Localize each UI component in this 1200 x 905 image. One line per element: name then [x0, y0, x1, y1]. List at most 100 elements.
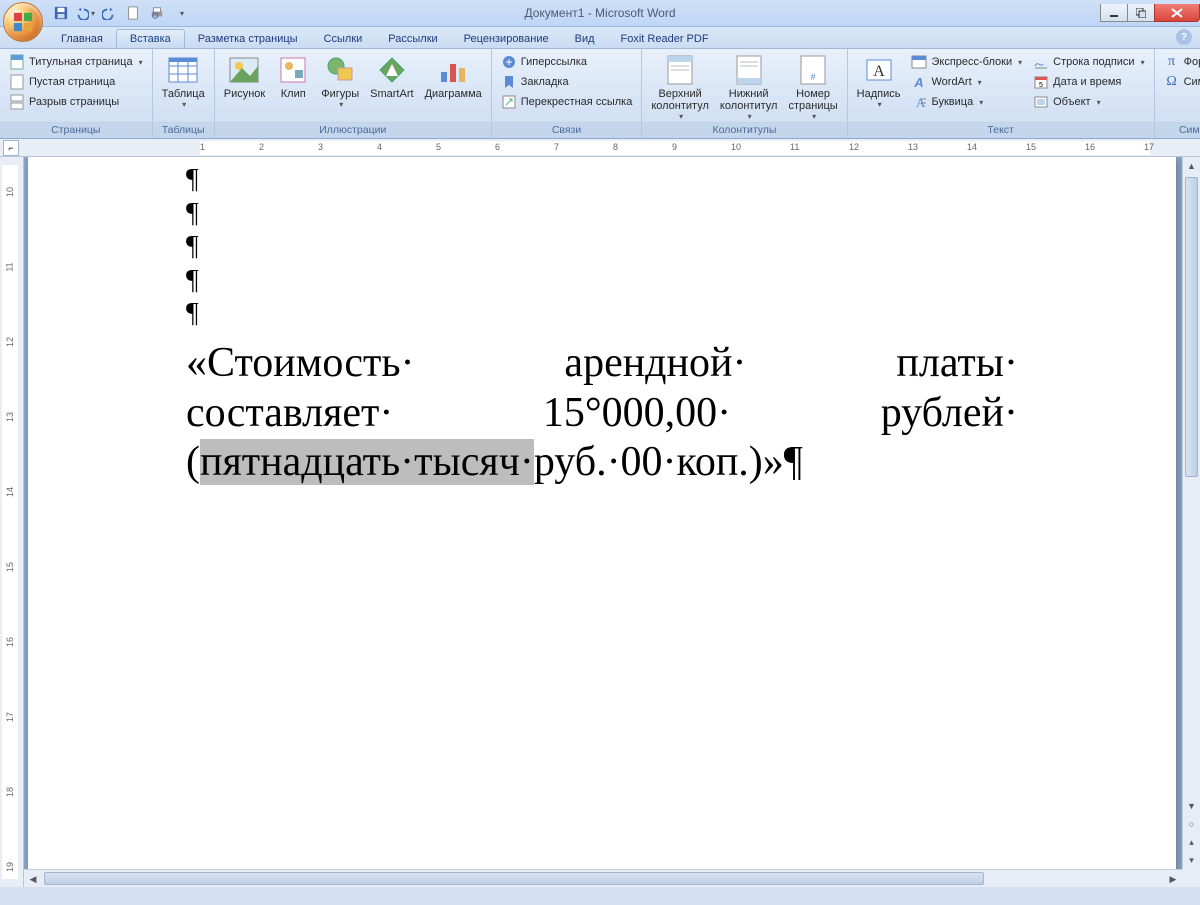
next-page[interactable]: ▾ — [1183, 851, 1200, 869]
textbox-button[interactable]: AНадпись▾ — [853, 52, 905, 118]
save-button[interactable] — [50, 2, 72, 24]
svg-text:#: # — [811, 72, 816, 82]
footer-label: Нижний колонтитул — [720, 88, 778, 112]
qat-customize[interactable]: ▾ — [170, 2, 192, 24]
hyperlink-icon — [501, 54, 517, 70]
vertical-ruler[interactable]: 10111213141516171819 — [0, 157, 24, 887]
ruler-tick: 1 — [200, 142, 205, 152]
ruler-v-tick: 17 — [5, 712, 15, 722]
scroll-right-arrow[interactable]: ▶ — [1164, 870, 1182, 888]
group-tables: Таблица▾ Таблицы — [153, 49, 215, 138]
bookmark-label: Закладка — [521, 76, 569, 88]
header-icon — [664, 54, 696, 86]
pagenum-label: Номер страницы — [788, 88, 837, 112]
close-button[interactable] — [1154, 4, 1200, 22]
ruler-tick: 15 — [1026, 142, 1036, 152]
symbol-button[interactable]: ΩСимвол▾ — [1160, 72, 1200, 92]
ruler-tick: 8 — [613, 142, 618, 152]
object-icon — [1033, 94, 1049, 110]
picture-button[interactable]: Рисунок — [220, 52, 270, 118]
blank-page-label: Пустая страница — [29, 76, 115, 88]
group-links: Гиперссылка Закладка Перекрестная ссылка… — [492, 49, 643, 138]
equation-icon: π — [1164, 54, 1180, 70]
shapes-button[interactable]: Фигуры▾ — [317, 52, 363, 118]
title-bar: ▾ ▾ Документ1 - Microsoft Word — [0, 0, 1200, 27]
quick-print-button[interactable] — [146, 2, 168, 24]
table-button[interactable]: Таблица▾ — [158, 52, 209, 118]
quickparts-icon — [911, 54, 927, 70]
group-illustrations-label: Иллюстрации — [215, 122, 491, 138]
help-button[interactable]: ? — [1176, 29, 1192, 45]
ruler-tick: 10 — [731, 142, 741, 152]
ruler-v-tick: 18 — [5, 787, 15, 797]
tab-review[interactable]: Рецензирование — [451, 30, 562, 48]
minimize-button[interactable] — [1100, 4, 1128, 22]
bookmark-button[interactable]: Закладка — [497, 72, 637, 92]
print-preview-button[interactable] — [122, 2, 144, 24]
scroll-up-arrow[interactable]: ▲ — [1183, 157, 1200, 175]
clipart-icon — [277, 54, 309, 86]
scroll-thumb-h[interactable] — [44, 872, 984, 885]
quickparts-label: Экспресс-блоки — [931, 56, 1012, 68]
scroll-down-arrow[interactable]: ▼ — [1183, 797, 1200, 815]
browse-object[interactable]: ○ — [1183, 815, 1200, 833]
footer-button[interactable]: Нижний колонтитул▾ — [716, 52, 782, 118]
redo-button[interactable] — [98, 2, 120, 24]
datetime-button[interactable]: 5Дата и время — [1029, 72, 1148, 92]
wordart-button[interactable]: AWordArt▾ — [907, 72, 1026, 92]
object-label: Объект — [1053, 96, 1090, 108]
textbox-label: Надпись — [857, 88, 901, 100]
tab-layout[interactable]: Разметка страницы — [185, 30, 311, 48]
smartart-button[interactable]: SmartArt — [366, 52, 417, 118]
picture-label: Рисунок — [224, 88, 266, 100]
tab-references[interactable]: Ссылки — [311, 30, 376, 48]
cover-page-button[interactable]: Титульная страница▾ — [5, 52, 147, 72]
ruler-tick: 14 — [967, 142, 977, 152]
datetime-icon: 5 — [1033, 74, 1049, 90]
horizontal-ruler[interactable]: 1234567891011121314151617 — [24, 139, 1200, 157]
horizontal-scrollbar[interactable]: ◀ ▶ — [24, 869, 1182, 887]
crossref-icon — [501, 94, 517, 110]
group-links-label: Связи — [492, 122, 642, 138]
object-button[interactable]: Объект▾ — [1029, 92, 1148, 112]
prev-page[interactable]: ▴ — [1183, 833, 1200, 851]
ruler-v-tick: 19 — [5, 862, 15, 872]
undo-button[interactable]: ▾ — [74, 2, 96, 24]
pagenum-button[interactable]: #Номер страницы▾ — [784, 52, 841, 118]
tab-insert[interactable]: Вставка — [116, 29, 185, 48]
tab-home[interactable]: Главная — [48, 30, 116, 48]
chart-label: Диаграмма — [425, 88, 482, 100]
document-area[interactable]: ¶ ¶ ¶ ¶ ¶ «Стоимость· арендной· платы· с… — [24, 157, 1182, 869]
maximize-button[interactable] — [1127, 4, 1155, 22]
body-paragraph[interactable]: «Стоимость· арендной· платы· составляет·… — [186, 339, 1018, 488]
quickparts-button[interactable]: Экспресс-блоки▾ — [907, 52, 1026, 72]
tab-mailings[interactable]: Рассылки — [375, 30, 450, 48]
page[interactable]: ¶ ¶ ¶ ¶ ¶ «Стоимость· арендной· платы· с… — [28, 157, 1176, 869]
page-break-button[interactable]: Разрыв страницы — [5, 92, 147, 112]
header-button[interactable]: Верхний колонтитул▾ — [647, 52, 713, 118]
text-run: руб.·00·коп.)»¶ — [534, 439, 803, 485]
redo-icon — [102, 6, 116, 20]
blank-page-button[interactable]: Пустая страница — [5, 72, 147, 92]
ruler-v-tick: 12 — [5, 337, 15, 347]
clipart-button[interactable]: Клип — [272, 52, 314, 118]
scroll-thumb-v[interactable] — [1185, 177, 1198, 477]
shapes-icon — [324, 54, 356, 86]
ruler-tick: 3 — [318, 142, 323, 152]
cover-page-icon — [9, 54, 25, 70]
equation-button[interactable]: πФормула▾ — [1160, 52, 1200, 72]
scroll-left-arrow[interactable]: ◀ — [24, 870, 42, 888]
header-label: Верхний колонтитул — [651, 88, 709, 112]
group-tables-label: Таблицы — [153, 122, 214, 138]
hyperlink-button[interactable]: Гиперссылка — [497, 52, 637, 72]
vertical-scrollbar[interactable]: ▲ ▼ ○ ▴ ▾ — [1182, 157, 1200, 869]
tab-view[interactable]: Вид — [562, 30, 608, 48]
tab-selector[interactable]: ⌐ — [3, 140, 19, 156]
crossref-button[interactable]: Перекрестная ссылка — [497, 92, 637, 112]
office-button[interactable] — [3, 2, 43, 42]
tab-foxit[interactable]: Foxit Reader PDF — [608, 30, 722, 48]
chart-button[interactable]: Диаграмма — [421, 52, 486, 118]
signature-button[interactable]: Строка подписи▾ — [1029, 52, 1148, 72]
dropcap-button[interactable]: AБуквица▾ — [907, 92, 1026, 112]
ruler-tick: 17 — [1144, 142, 1154, 152]
